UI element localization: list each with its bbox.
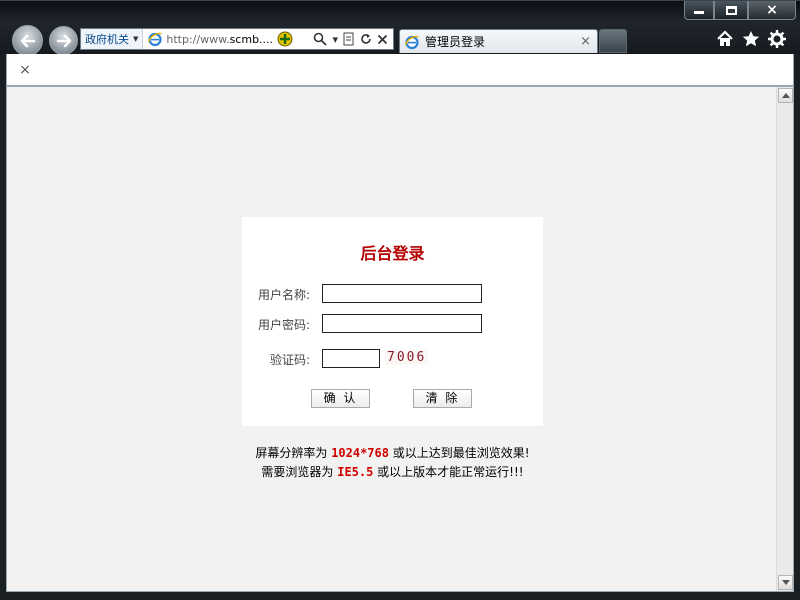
login-title: 后台登录 bbox=[360, 244, 425, 263]
resolution-notice: 屏幕分辨率为 1024*768 或以上达到最佳浏览效果! bbox=[7, 444, 778, 463]
tab-admin-login[interactable]: 管理员登录 × bbox=[399, 29, 598, 53]
search-dropdown-icon[interactable]: ▾ bbox=[332, 33, 338, 46]
browser-chrome: × 政府机关 ▼ http://www.scmb.... ▾ 管理员登录 × bbox=[0, 0, 800, 56]
ie-tab-icon bbox=[404, 35, 419, 49]
home-icon[interactable] bbox=[716, 30, 734, 48]
close-icon: × bbox=[766, 2, 778, 18]
browser-version-notice: 需要浏览器为 IE5.5 或以上版本才能正常运行!!! bbox=[7, 463, 778, 482]
captcha-input[interactable] bbox=[322, 349, 380, 368]
scroll-up-button[interactable] bbox=[778, 88, 793, 103]
close-window-button[interactable]: × bbox=[748, 1, 796, 20]
browser-toolbar-icons bbox=[716, 30, 786, 48]
compatibility-view-icon[interactable] bbox=[277, 31, 293, 47]
browser-requirements-notice: 屏幕分辨率为 1024*768 或以上达到最佳浏览效果! 需要浏览器为 IE5.… bbox=[7, 444, 778, 482]
resolution-value: 1024*768 bbox=[331, 446, 389, 460]
forward-button[interactable] bbox=[49, 26, 78, 55]
login-panel: 后台登录 用户名称: 用户密码: 验证码: 7006 确 认 清 除 bbox=[242, 217, 543, 426]
captcha-label: 验证码: bbox=[269, 353, 310, 367]
page-viewport: 后台登录 用户名称: 用户密码: 验证码: 7006 确 认 清 除 屏幕分辨率… bbox=[6, 86, 794, 592]
stop-icon[interactable] bbox=[377, 34, 388, 45]
scroll-down-arrow-icon bbox=[781, 580, 790, 585]
new-tab-button[interactable] bbox=[599, 29, 627, 53]
vertical-scrollbar[interactable] bbox=[776, 87, 793, 591]
maximize-button[interactable] bbox=[714, 1, 748, 20]
close-bar-button[interactable]: × bbox=[10, 60, 40, 80]
compatibility-icon[interactable] bbox=[343, 32, 355, 46]
tab-title: 管理员登录 bbox=[425, 35, 486, 49]
password-label: 用户密码: bbox=[257, 318, 310, 332]
username-input[interactable] bbox=[322, 284, 482, 303]
chevron-down-icon: ▼ bbox=[133, 35, 139, 43]
window-bottom-edge bbox=[0, 592, 800, 600]
minimize-icon bbox=[694, 11, 704, 14]
maximize-icon bbox=[725, 5, 737, 15]
security-zone-dropdown[interactable]: 政府机关 ▼ bbox=[81, 29, 144, 49]
tab-close-icon[interactable]: × bbox=[580, 34, 591, 49]
confirm-button[interactable]: 确 认 bbox=[311, 389, 370, 408]
zone-label: 政府机关 bbox=[85, 33, 129, 46]
forward-arrow-icon bbox=[56, 34, 71, 47]
refresh-icon[interactable] bbox=[360, 33, 372, 45]
address-tools: ▾ bbox=[313, 32, 393, 46]
url-text[interactable]: http://www.scmb.... bbox=[166, 33, 273, 46]
star-icon[interactable] bbox=[742, 30, 760, 48]
ie-page-icon bbox=[148, 32, 163, 47]
scroll-up-arrow-icon bbox=[781, 93, 790, 98]
resolution-notice-prefix: 屏幕分辨率为 bbox=[255, 446, 332, 460]
browser-version-value: IE5.5 bbox=[337, 465, 374, 479]
back-arrow-icon bbox=[20, 34, 35, 47]
username-label: 用户名称: bbox=[257, 288, 310, 302]
address-bar[interactable]: 政府机关 ▼ http://www.scmb.... ▾ bbox=[80, 28, 394, 50]
notification-bar: × bbox=[6, 54, 794, 86]
back-button[interactable] bbox=[12, 25, 43, 56]
url-host: scmb.... bbox=[229, 32, 274, 46]
window-controls: × bbox=[684, 1, 796, 21]
captcha-image[interactable]: 7006 bbox=[385, 350, 429, 365]
browser-notice-prefix: 需要浏览器为 bbox=[261, 465, 338, 479]
minimize-button[interactable] bbox=[684, 1, 714, 20]
clear-button[interactable]: 清 除 bbox=[413, 389, 472, 408]
gear-icon[interactable] bbox=[768, 30, 786, 48]
password-input[interactable] bbox=[322, 314, 482, 333]
browser-notice-suffix: 或以上版本才能正常运行!!! bbox=[373, 465, 524, 479]
resolution-notice-suffix: 或以上达到最佳浏览效果! bbox=[388, 446, 530, 460]
scroll-down-button[interactable] bbox=[778, 575, 793, 590]
search-icon[interactable] bbox=[313, 32, 328, 46]
url-prefix: http://www. bbox=[166, 32, 230, 46]
